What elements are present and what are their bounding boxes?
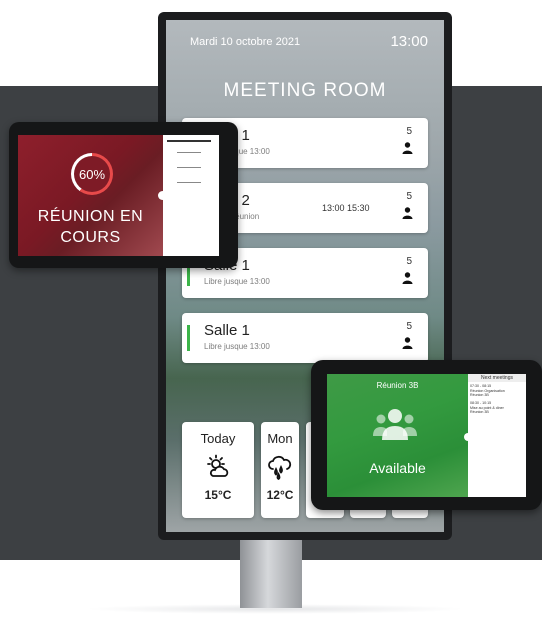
weather-day: Today (200, 431, 236, 446)
room-card[interactable]: Salle 1 Libre jusque 13:00 5 (182, 313, 428, 363)
menu-handle[interactable] (158, 191, 167, 200)
room-status: Available (369, 460, 426, 476)
tablet-left-menu[interactable] (158, 135, 219, 256)
room-capacity: 5 (406, 191, 412, 202)
progress-ring: 60% (71, 153, 113, 195)
kiosk-date: Mardi 10 octobre 2021 (190, 36, 301, 48)
tablet-right-screen: Réunion 3B Available Next meetings 07:30… (327, 374, 526, 497)
weather-card[interactable]: Mon 12°C (261, 422, 299, 518)
weather-temp: 12°C (266, 488, 294, 502)
menu-top-line (167, 140, 211, 142)
meeting-photo: 60% RÉUNION EN COURS (18, 135, 163, 256)
room-capacity: 5 (406, 256, 412, 267)
person-icon (402, 337, 413, 349)
panel-handle[interactable] (464, 433, 472, 441)
meeting-status: RÉUNION EN COURS (37, 208, 144, 246)
room-subtitle: Libre jusque 13:00 (204, 277, 270, 286)
room-subtitle: Libre jusque 13:00 (204, 342, 270, 351)
meeting-room: Réunion 3B (470, 410, 489, 414)
room-name: Réunion 3B (376, 381, 419, 390)
tablet-left-screen: 60% RÉUNION EN COURS (18, 135, 219, 256)
menu-icon-line (177, 182, 201, 183)
next-meetings-title: Next meetings (468, 374, 526, 382)
progress-label: 60% (78, 166, 106, 182)
menu-icon-line (177, 167, 201, 168)
room-capacity: 5 (406, 126, 412, 137)
room-times: 13:00 15:30 (322, 203, 370, 213)
room-photo: Réunion 3B Available (327, 374, 468, 497)
kiosk-title: MEETING ROOM (223, 80, 387, 101)
next-meetings-panel: Next meetings 07:30 - 08:15 Réunion Orga… (464, 374, 526, 497)
weather-temp: 15°C (204, 488, 232, 502)
kiosk-time: 13:00 (390, 33, 428, 50)
rain-cloud-icon (268, 455, 292, 480)
weather-day: Mon (267, 431, 293, 446)
room-status-bar (187, 325, 190, 351)
person-icon (402, 272, 413, 284)
meeting-room: Réunion 3B (470, 393, 489, 397)
people-icon (373, 409, 417, 440)
sun-cloud-icon (207, 454, 229, 477)
menu-icon-line (177, 152, 201, 153)
person-icon (402, 142, 413, 154)
person-icon (402, 207, 413, 219)
room-capacity: 5 (406, 321, 412, 332)
kiosk-stand (240, 540, 302, 608)
weather-card[interactable]: Today 15°C (182, 422, 254, 518)
room-name: Salle 1 (204, 322, 250, 339)
